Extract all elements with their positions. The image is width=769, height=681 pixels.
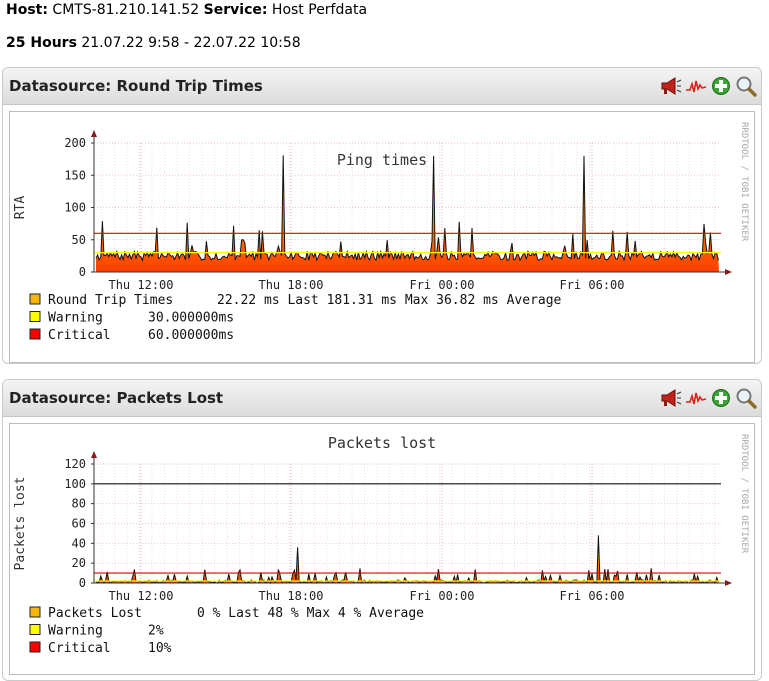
range-value: 21.07.22 9:58 - 22.07.22 10:58 [81,35,301,51]
panel-title: Datasource: Packets Lost [9,389,224,407]
x-tick-label: Fri 00:00 [409,589,474,603]
legend-stats: 0 % Last 48 % Max 4 % Average [197,606,424,621]
panel-actions [659,387,757,409]
megaphone-icon[interactable] [659,75,682,97]
sparkline-icon[interactable] [684,75,707,97]
legend-swatch [29,328,41,340]
legend-stats: 10% [148,641,172,656]
y-tick-label: 80 [72,497,86,511]
panel-actions [659,75,757,97]
y-tick-label: 120 [64,457,86,471]
x-tick-label: Fri 06:00 [559,278,624,292]
panel-round-trip-times: Datasource: Round Trip Times Ping times R… [2,67,762,364]
legend-name: Warning [48,311,103,326]
y-tick-label: 100 [64,201,86,215]
y-tick-label: 0 [79,265,86,279]
legend-swatch [29,641,41,653]
x-tick-label: Fri 00:00 [409,278,474,292]
panel-header: Datasource: Round Trip Times [3,68,761,105]
legend-swatch [29,293,41,305]
data-line [95,155,719,263]
rrdtool-watermark: RRDTOOL / TOBI OETIKER [739,122,749,242]
host-label: Host: [6,2,48,18]
y-tick-label: 0 [79,576,86,590]
legend-stats: 2% [148,624,164,639]
y-tick-label: 60 [72,517,86,531]
x-tick-label: Fri 06:00 [559,589,624,603]
x-axis-arrow [725,580,732,586]
y-axis-arrow [91,451,97,458]
y-tick-label: 200 [64,136,86,150]
y-tick-label: 40 [72,536,86,550]
y-tick-label: 150 [64,168,86,182]
legend-name: Round Trip Times [48,293,173,308]
host-line: Host: CMTS-81.210.141.52 Service: Host P… [6,0,367,20]
legend-swatch [29,311,41,322]
chart-title: Packets lost [328,434,436,452]
y-tick-label: 100 [64,477,86,491]
legend-swatch [29,606,41,618]
legend-stats: 30.000000ms [148,311,234,326]
packets-lost-chart: Packets lost RRDTOOL / TOBI OETIKER Packet… [13,434,749,656]
add-icon[interactable] [709,75,732,97]
legend-name: Packets Lost [48,606,142,621]
megaphone-icon[interactable] [659,387,682,409]
legend-name: Warning [48,624,103,639]
x-axis-arrow [725,269,732,275]
host-value: CMTS-81.210.141.52 [52,2,200,18]
panel-packets-lost: Datasource: Packets Lost Packets lost RRD… [2,379,762,681]
x-tick-label: Thu 18:00 [258,278,323,292]
y-axis-arrow [91,130,97,137]
add-icon[interactable] [709,387,732,409]
legend-stats: 60.000000ms [148,328,234,343]
graph-image[interactable]: Packets lost RRDTOOL / TOBI OETIKER Packet… [9,423,755,675]
legend-stats: 22.22 ms Last 181.31 ms Max 36.82 ms Ave… [217,293,562,308]
service-value: Host Perfdata [271,2,368,18]
x-tick-label: Thu 18:00 [258,589,323,603]
legend-name: Critical [48,641,111,656]
legend-name: Critical [48,328,111,343]
chart-title: Ping times [337,151,427,169]
panel-title: Datasource: Round Trip Times [9,77,263,95]
time-range-line: 25 Hours 21.07.22 9:58 - 22.07.22 10:58 [6,33,301,53]
zoom-icon[interactable] [734,75,757,97]
y-axis-label: RTA [13,196,28,220]
service-label: Service: [203,2,268,18]
ping-times-chart: Ping times RRDTOOL / TOBI OETIKER RTA 0 50 10… [13,122,749,343]
panel-header: Datasource: Packets Lost [3,380,761,417]
x-tick-label: Thu 12:00 [108,278,173,292]
y-axis-label: Packets lost [13,477,28,571]
sparkline-icon[interactable] [684,387,707,409]
x-tick-label: Thu 12:00 [108,589,173,603]
legend-swatch [29,624,41,635]
graph-image[interactable]: Ping times RRDTOOL / TOBI OETIKER RTA 0 50 10… [9,111,755,363]
rrdtool-watermark: RRDTOOL / TOBI OETIKER [739,434,749,554]
range-label: 25 Hours [6,35,77,51]
y-tick-label: 20 [72,556,86,570]
zoom-icon[interactable] [734,387,757,409]
y-tick-label: 50 [72,233,86,247]
